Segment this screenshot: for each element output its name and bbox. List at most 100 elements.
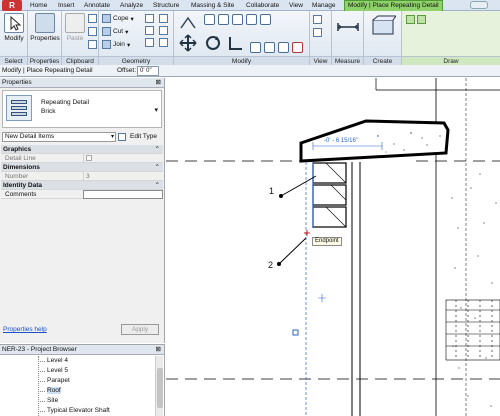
modify-tools-grid-lower[interactable] [250,42,303,53]
geometry-more-tools[interactable] [159,14,168,47]
measure-button[interactable] [336,15,360,41]
create-group-button[interactable] [370,15,397,41]
edit-type-button[interactable]: Edit Type [118,131,163,143]
tab-collaborate[interactable]: Collaborate [246,1,279,11]
modify-button[interactable]: Modify [1,13,27,42]
comments-input[interactable] [83,190,163,199]
properties-title: Properties [2,79,32,86]
drag-grip[interactable] [292,329,299,336]
copy-element-icon[interactable] [232,14,243,25]
options-bar-context: Modify | Place Repeating Detail [2,67,93,74]
pin-icon[interactable] [260,14,271,25]
apply-button[interactable]: Apply [121,324,159,335]
tab-manage[interactable]: Manage [312,1,336,11]
panel-title-draw: Draw [402,56,500,65]
tree-item-roof[interactable]: Roof [0,386,154,396]
project-browser-title: NER-23 - Project Browser [2,346,77,353]
dimension-value[interactable]: -0' - 6 15/16" [324,138,358,144]
browser-scrollbar[interactable] [155,356,163,416]
panel-title-modify: Modify [174,56,309,65]
offset-icon[interactable] [204,14,215,25]
modify-tools-grid[interactable] [204,14,271,25]
paste-button-label: Paste [66,35,84,42]
tab-annotate[interactable]: Annotate [84,1,110,11]
detail-line-checkbox [86,155,92,161]
cope-label: Cope [113,15,129,22]
snap-tooltip: Endpoint [312,237,342,246]
unpin-icon[interactable] [278,42,289,53]
pick-line-icon[interactable] [417,15,426,24]
chevron-down-icon[interactable]: ▾ [154,106,158,114]
callout-number-2: 2 [268,260,274,270]
property-value-number: 3 [83,172,163,181]
join-button[interactable]: Join ▾ [102,40,130,49]
tree-item-label: Site [47,397,59,404]
tree-item-site[interactable]: Site [0,396,154,406]
type-family-label: Repeating Detail [41,99,90,106]
line-draw-icon[interactable] [406,15,415,24]
tree-item-parapet[interactable]: Parapet [0,376,154,386]
group-identity-data[interactable]: Identity Data ⌃ [1,181,163,190]
property-key-number: Number [5,173,29,180]
group-graphics[interactable]: Graphics ⌃ [1,145,163,154]
paste-button[interactable]: Paste [64,13,86,42]
tab-analyze[interactable]: Analyze [120,1,143,11]
type-selector[interactable]: Repeating Detail Brick ▾ [2,90,162,128]
ribbon-toggle-button[interactable] [470,1,488,9]
tab-massing-site[interactable]: Massing & Site [191,1,234,11]
tree-item-level-4[interactable]: Level 4 [0,356,154,366]
copy-icon[interactable] [88,27,97,36]
split-icon[interactable] [246,14,257,25]
linework-icon[interactable] [313,28,322,37]
panel-title-create: Create [364,56,401,65]
draw-tools[interactable] [406,15,426,24]
properties-header: Properties ⊠ [0,78,164,88]
trim-tool-button[interactable] [227,34,245,54]
cope-button[interactable]: Cope ▾ [102,14,134,23]
rotate-tool-button[interactable] [204,34,222,54]
cut-geometry-button[interactable]: Cut ▾ [102,27,128,36]
group-dimensions[interactable]: Dimensions ⌃ [1,163,163,172]
collapse-icon[interactable]: ⌃ [155,163,160,172]
align-tool-button[interactable] [179,14,197,34]
properties-icon [35,13,55,33]
scale-icon[interactable] [264,42,275,53]
panel-geometry: Cope ▾ Cut ▾ Join ▾ Geometry [99,11,174,65]
application-menu-button[interactable]: R [2,0,22,11]
collapse-icon[interactable]: ⌃ [155,145,160,154]
tab-view[interactable]: View [289,1,303,11]
tab-insert[interactable]: Insert [58,1,74,11]
close-icon[interactable]: ⊠ [156,78,161,88]
array-icon[interactable] [250,42,261,53]
tree-item-label: Level 4 [47,357,68,364]
geometry-extra-tools[interactable] [145,14,154,47]
panel-title-properties: Properties [28,56,61,65]
move-tool-button[interactable] [179,34,197,54]
tree-item-label: Level 5 [47,367,68,374]
view-tools[interactable] [313,15,322,37]
instance-filter-select[interactable]: New Detail Items ▾ [2,132,116,142]
override-graphics-icon[interactable] [313,15,322,24]
scrollbar-thumb[interactable] [157,368,163,408]
close-icon[interactable]: ⊠ [156,345,161,355]
delete-icon[interactable] [292,42,303,53]
tree-item-typical-elevator-shaft[interactable]: Typical Elevator Shaft [0,406,154,416]
properties-button[interactable]: Properties [30,13,60,42]
wall-stud [351,162,361,416]
tab-modify-place-repeating-detail[interactable]: Modify | Place Repeating Detail [344,0,443,11]
panel-title-clipboard: Clipboard [62,56,98,65]
collapse-icon[interactable]: ⌃ [155,181,160,190]
cut-icon[interactable] [88,14,97,23]
instance-filter-value: New Detail Items [5,133,55,140]
mirror-axis-icon[interactable] [218,14,229,25]
tab-home[interactable]: Home [30,1,47,11]
offset-input[interactable]: 0' 0" [137,66,159,76]
drawing-area[interactable]: 1 2 -0' - 6 15/16" Endpoint [166,78,500,416]
panel-draw: Draw [402,11,500,65]
tab-structure[interactable]: Structure [153,1,179,11]
tree-item-level-5[interactable]: Level 5 [0,366,154,376]
panel-create: Create [364,11,402,65]
properties-help-link[interactable]: Properties help [3,326,47,333]
match-properties-icon[interactable] [88,40,97,49]
offset-label: Offset: [117,67,137,74]
